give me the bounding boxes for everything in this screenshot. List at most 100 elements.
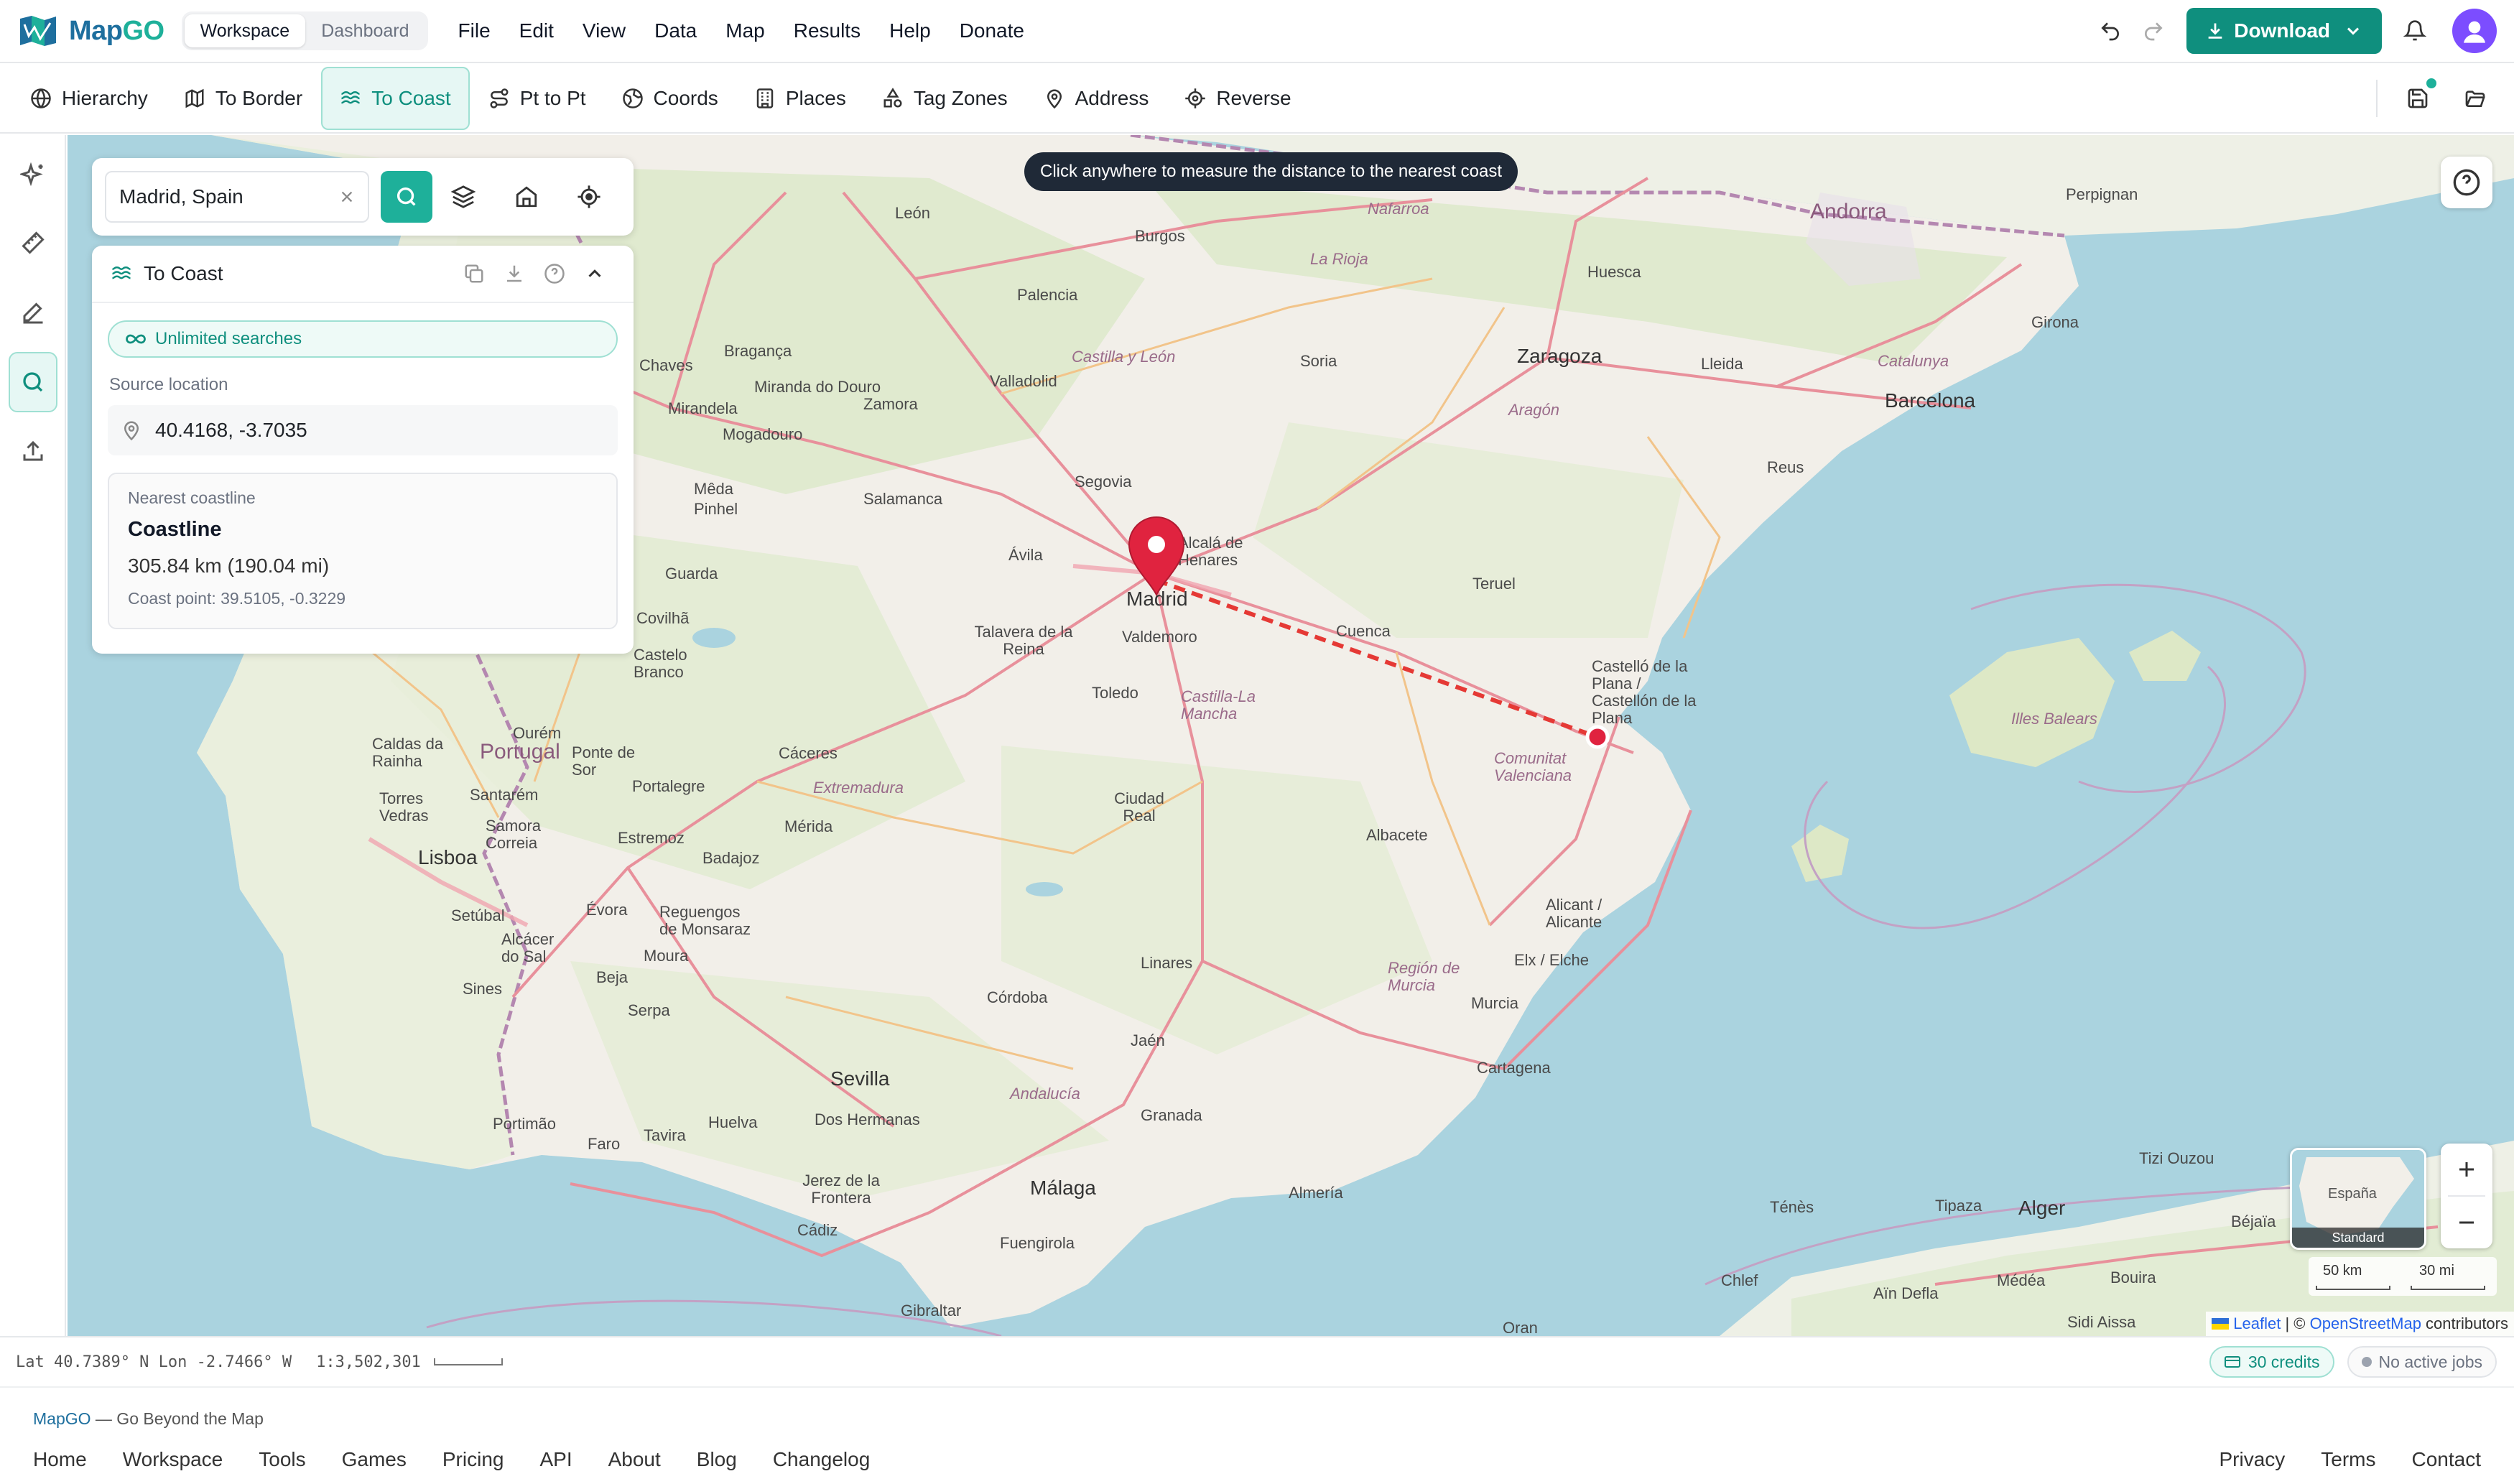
crosshair-icon bbox=[1185, 88, 1206, 108]
footer-link-pricing[interactable]: Pricing bbox=[442, 1448, 504, 1471]
avatar[interactable] bbox=[2452, 9, 2497, 53]
tool-to-coast[interactable]: To Coast bbox=[321, 67, 470, 130]
map-canvas[interactable]: Andorra Perpignan León Burgos Nafarroa L… bbox=[68, 135, 2514, 1336]
jobs-badge[interactable]: No active jobs bbox=[2347, 1346, 2497, 1378]
footer-link-changelog[interactable]: Changelog bbox=[773, 1448, 870, 1471]
layers-button[interactable] bbox=[432, 171, 495, 223]
source-location-field[interactable]: 40.4168, -3.7035 bbox=[108, 405, 618, 455]
redo-button[interactable] bbox=[2132, 9, 2175, 52]
source-location-marker bbox=[1128, 516, 1185, 597]
coast-point-marker bbox=[1585, 725, 1610, 749]
credits-badge[interactable]: 30 credits bbox=[2209, 1346, 2334, 1378]
map-help-button[interactable] bbox=[2441, 157, 2492, 208]
credit-card-icon bbox=[2224, 1356, 2240, 1368]
minimap-label: España bbox=[2328, 1186, 2377, 1202]
footer-brand[interactable]: MapGO bbox=[33, 1409, 91, 1428]
minimap-style: Standard bbox=[2292, 1228, 2424, 1248]
leaflet-link[interactable]: Leaflet bbox=[2233, 1314, 2281, 1333]
home-button[interactable] bbox=[495, 171, 557, 223]
help-icon bbox=[2453, 169, 2480, 196]
download-icon bbox=[2208, 23, 2222, 39]
tool-to-border[interactable]: To Border bbox=[167, 67, 320, 130]
tool-reverse[interactable]: Reverse bbox=[1167, 67, 1308, 130]
search-button[interactable] bbox=[381, 171, 432, 223]
map-attribution: Leaflet | © OpenStreetMap contributors bbox=[2206, 1312, 2514, 1336]
pin-icon bbox=[124, 421, 139, 441]
redo-icon bbox=[2145, 22, 2163, 41]
tool-label: Coords bbox=[653, 87, 718, 109]
menu-donate[interactable]: Donate bbox=[945, 19, 1039, 42]
zoom-in-button[interactable] bbox=[2441, 1144, 2492, 1195]
menu-map[interactable]: Map bbox=[711, 19, 779, 42]
result-distance: 305.84 km (190.04 mi) bbox=[128, 555, 330, 577]
rail-upload-button[interactable] bbox=[9, 421, 57, 481]
rail-draw-button[interactable] bbox=[9, 282, 57, 342]
save-button[interactable] bbox=[2396, 77, 2439, 120]
footer-link-api[interactable]: API bbox=[539, 1448, 572, 1471]
footer-link-privacy[interactable]: Privacy bbox=[2219, 1448, 2285, 1471]
menu-data[interactable]: Data bbox=[640, 19, 711, 42]
cursor-coordinates: Lat 40.7389° N Lon -2.7466° W bbox=[16, 1353, 292, 1371]
compass-globe-icon bbox=[622, 88, 643, 108]
bell-icon bbox=[2403, 20, 2426, 41]
tool-label: Hierarchy bbox=[62, 87, 148, 109]
tool-hierarchy[interactable]: Hierarchy bbox=[13, 67, 165, 130]
locate-icon bbox=[578, 185, 600, 208]
mode-workspace[interactable]: Workspace bbox=[184, 14, 306, 47]
panel-help-button[interactable] bbox=[534, 254, 575, 294]
app-name: MapGO bbox=[69, 15, 164, 46]
status-bar: Lat 40.7389° N Lon -2.7466° W 1:3,502,30… bbox=[0, 1336, 2514, 1386]
menu-file[interactable]: File bbox=[444, 19, 505, 42]
tool-label: To Coast bbox=[371, 87, 451, 109]
save-icon bbox=[2408, 88, 2428, 108]
top-actions: Download bbox=[2089, 8, 2497, 54]
tool-pt-to-pt[interactable]: Pt to Pt bbox=[471, 67, 603, 130]
tool-places[interactable]: Places bbox=[737, 67, 863, 130]
panel-actions bbox=[454, 254, 615, 294]
plus-icon bbox=[2459, 1162, 2474, 1177]
footer-link-about[interactable]: About bbox=[608, 1448, 661, 1471]
footer-link-home[interactable]: Home bbox=[33, 1448, 87, 1471]
notifications-button[interactable] bbox=[2393, 9, 2436, 52]
osm-link[interactable]: OpenStreetMap bbox=[2310, 1314, 2421, 1333]
clear-search-button[interactable] bbox=[339, 189, 355, 205]
minimap[interactable]: España Standard bbox=[2290, 1148, 2426, 1250]
undo-icon bbox=[2101, 22, 2120, 41]
open-folder-button[interactable] bbox=[2454, 77, 2497, 120]
tool-address[interactable]: Address bbox=[1026, 67, 1166, 130]
collapse-panel-button[interactable] bbox=[575, 254, 615, 294]
upload-icon bbox=[23, 440, 43, 461]
menu-results[interactable]: Results bbox=[779, 19, 875, 42]
footer-link-workspace[interactable]: Workspace bbox=[123, 1448, 223, 1471]
logo[interactable]: MapGO bbox=[19, 14, 164, 47]
scale-ratio: 1:3,502,301 bbox=[316, 1353, 421, 1371]
search-box bbox=[105, 171, 370, 223]
infinity-icon bbox=[126, 334, 146, 344]
tool-tag-zones[interactable]: Tag Zones bbox=[865, 67, 1025, 130]
zoom-out-button[interactable] bbox=[2441, 1197, 2492, 1248]
menu-edit[interactable]: Edit bbox=[505, 19, 568, 42]
footer-link-blog[interactable]: Blog bbox=[697, 1448, 737, 1471]
footer-link-terms[interactable]: Terms bbox=[2321, 1448, 2375, 1471]
footer-link-tools[interactable]: Tools bbox=[259, 1448, 305, 1471]
mode-dashboard[interactable]: Dashboard bbox=[305, 14, 425, 47]
rail-measure-button[interactable] bbox=[9, 213, 57, 273]
footer-link-games[interactable]: Games bbox=[342, 1448, 407, 1471]
jobs-label: No active jobs bbox=[2378, 1352, 2482, 1371]
footer-link-contact[interactable]: Contact bbox=[2412, 1448, 2482, 1471]
export-button[interactable] bbox=[494, 254, 534, 294]
locate-button[interactable] bbox=[558, 171, 621, 223]
menu-help[interactable]: Help bbox=[875, 19, 945, 42]
menu-view[interactable]: View bbox=[568, 19, 640, 42]
undo-button[interactable] bbox=[2089, 9, 2132, 52]
search-input[interactable] bbox=[119, 185, 328, 208]
rail-ai-button[interactable] bbox=[9, 145, 57, 205]
tool-coords[interactable]: Coords bbox=[605, 67, 736, 130]
to-coast-panel: To Coast Unlimited searches Source locat… bbox=[92, 246, 634, 654]
attribution-separator: | © bbox=[2281, 1314, 2310, 1332]
download-button[interactable]: Download bbox=[2186, 8, 2382, 54]
rail-search-button[interactable] bbox=[9, 352, 57, 412]
pin-icon bbox=[1047, 89, 1062, 109]
copy-button[interactable] bbox=[454, 254, 494, 294]
toolbar-actions bbox=[2376, 77, 2497, 120]
